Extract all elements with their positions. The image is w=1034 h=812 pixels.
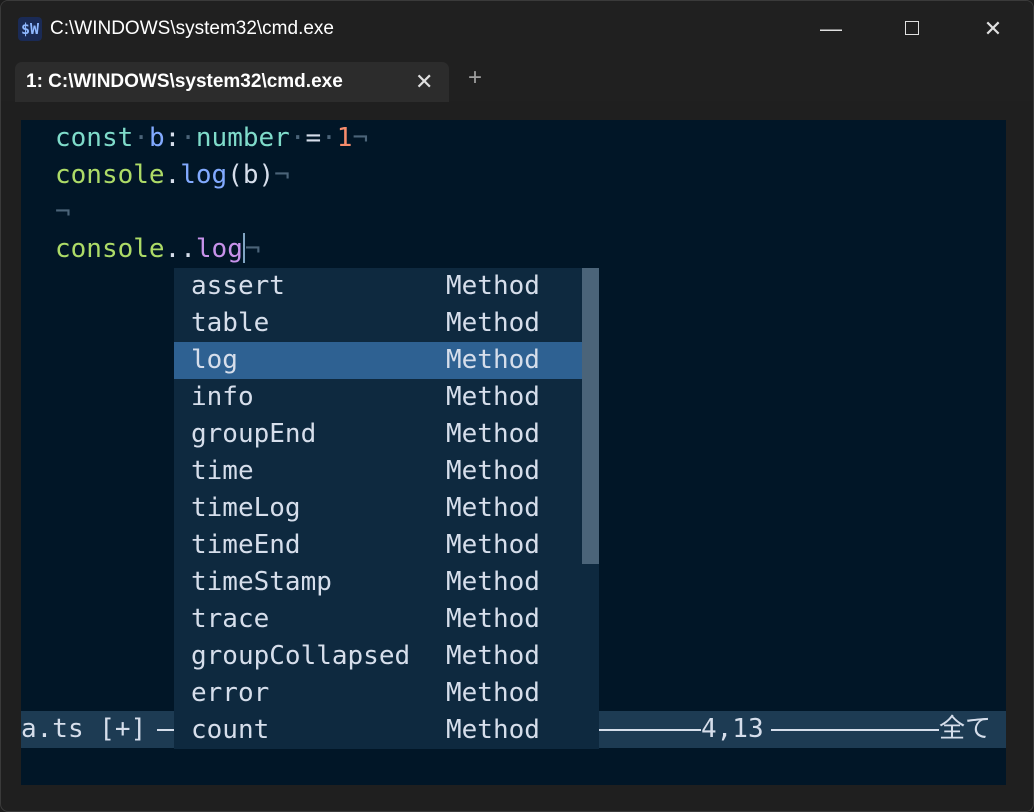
- terminal-window: $W C:\WINDOWS\system32\cmd.exe — ✕ 1: C:…: [0, 0, 1034, 812]
- completion-item[interactable]: info Method: [174, 379, 582, 416]
- tab-close-icon[interactable]: ✕: [415, 69, 433, 95]
- completion-scrollbar-thumb[interactable]: [582, 268, 599, 564]
- terminal-app-icon: $W: [18, 17, 42, 41]
- window-title: C:\WINDOWS\system32\cmd.exe: [50, 18, 334, 39]
- new-tab-button[interactable]: +: [468, 64, 482, 92]
- tab-cmd[interactable]: 1: C:\WINDOWS\system32\cmd.exe ✕: [15, 62, 449, 102]
- tab-label: 1: C:\WINDOWS\system32\cmd.exe: [26, 71, 343, 92]
- editor-line-4: console..log¬: [55, 232, 261, 264]
- maximize-icon: [905, 21, 919, 36]
- maximize-button[interactable]: [889, 11, 935, 47]
- completion-item[interactable]: error Method: [174, 675, 582, 712]
- tab-bar: 1: C:\WINDOWS\system32\cmd.exe ✕: [1, 57, 1033, 102]
- status-cursor-position: 4,13: [701, 714, 764, 744]
- editor-line-3: ¬: [55, 197, 71, 227]
- completion-popup[interactable]: assert Method table Method log Method info M…: [174, 268, 599, 749]
- status-rule: [771, 729, 939, 731]
- completion-item[interactable]: table Method: [174, 305, 582, 342]
- status-scroll-indicator: 全て: [939, 714, 992, 744]
- completion-item[interactable]: count Method: [174, 712, 582, 749]
- completion-item[interactable]: timeEnd Method: [174, 527, 582, 564]
- completion-item[interactable]: timeStamp Method: [174, 564, 582, 601]
- status-rule: [599, 729, 701, 731]
- status-filename: a.ts [+]: [21, 714, 147, 744]
- editor-line-2: console.log(b)¬: [55, 160, 290, 190]
- completion-item[interactable]: groupEnd Method: [174, 416, 582, 453]
- minimize-button[interactable]: —: [808, 11, 854, 47]
- completion-item[interactable]: timeLog Method: [174, 490, 582, 527]
- completion-item[interactable]: groupCollapsed Method: [174, 638, 582, 675]
- title-bar[interactable]: $W C:\WINDOWS\system32\cmd.exe — ✕: [1, 1, 1033, 57]
- completion-item[interactable]: assert Method: [174, 268, 582, 305]
- close-button[interactable]: ✕: [970, 11, 1016, 47]
- completion-item[interactable]: time Method: [174, 453, 582, 490]
- completion-item[interactable]: trace Method: [174, 601, 582, 638]
- completion-item-selected[interactable]: log Method: [174, 342, 582, 379]
- editor-line-1: const·b:·number·=·1¬: [55, 123, 369, 153]
